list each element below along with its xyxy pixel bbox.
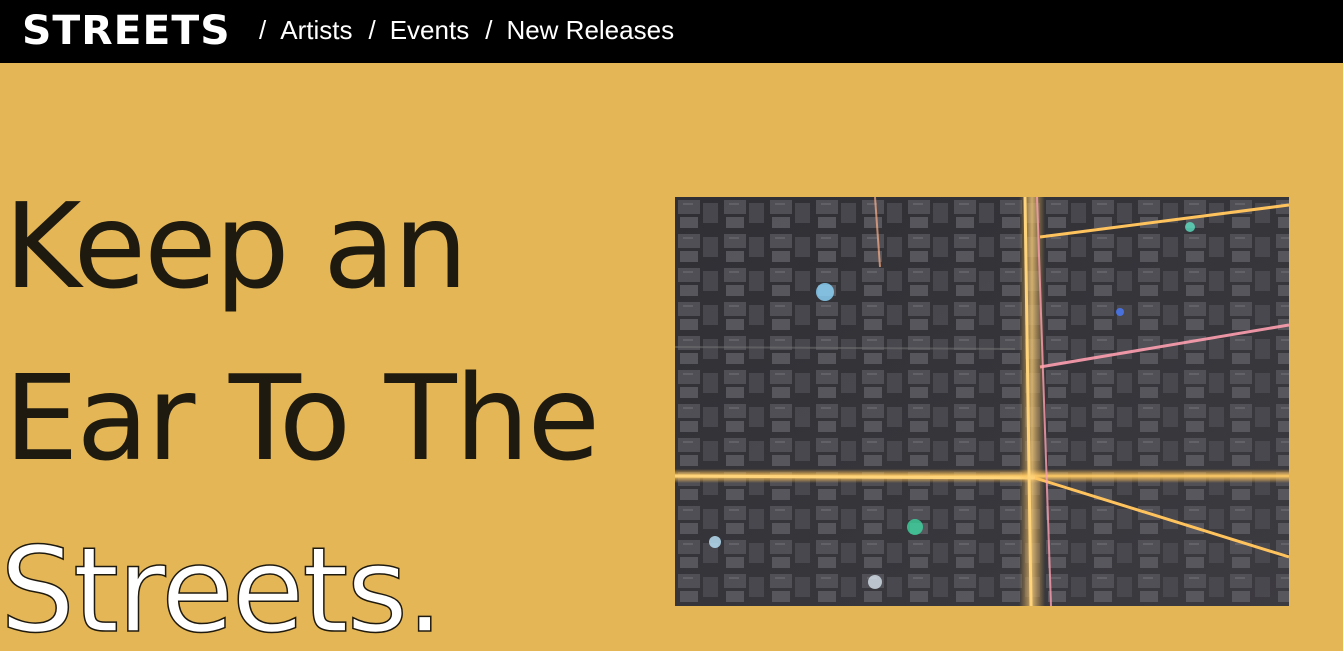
nav-link-new-releases[interactable]: New Releases <box>506 14 674 46</box>
city-streets-illustration <box>675 197 1289 606</box>
nav-separator: / <box>259 15 267 45</box>
headline-line-1: Keep an <box>4 177 468 315</box>
streets-logo[interactable]: STREETS <box>22 6 231 56</box>
top-navigation-bar: STREETS / Artists / Events / New Release… <box>0 0 1343 63</box>
aerial-night-city-image <box>675 197 1289 606</box>
headline-line-2: Ear To The <box>4 349 600 487</box>
nav-link-events[interactable]: Events <box>390 14 470 46</box>
nav-separator: / <box>368 15 376 45</box>
nav-separator: / <box>485 15 493 45</box>
headline-line-3-accent: Streets. <box>0 520 444 651</box>
hero-headline: Keep an Ear To The Streets. <box>0 160 600 651</box>
nav-link-artists[interactable]: Artists <box>280 14 352 46</box>
main-nav: / Artists / Events / New Releases <box>259 14 690 46</box>
